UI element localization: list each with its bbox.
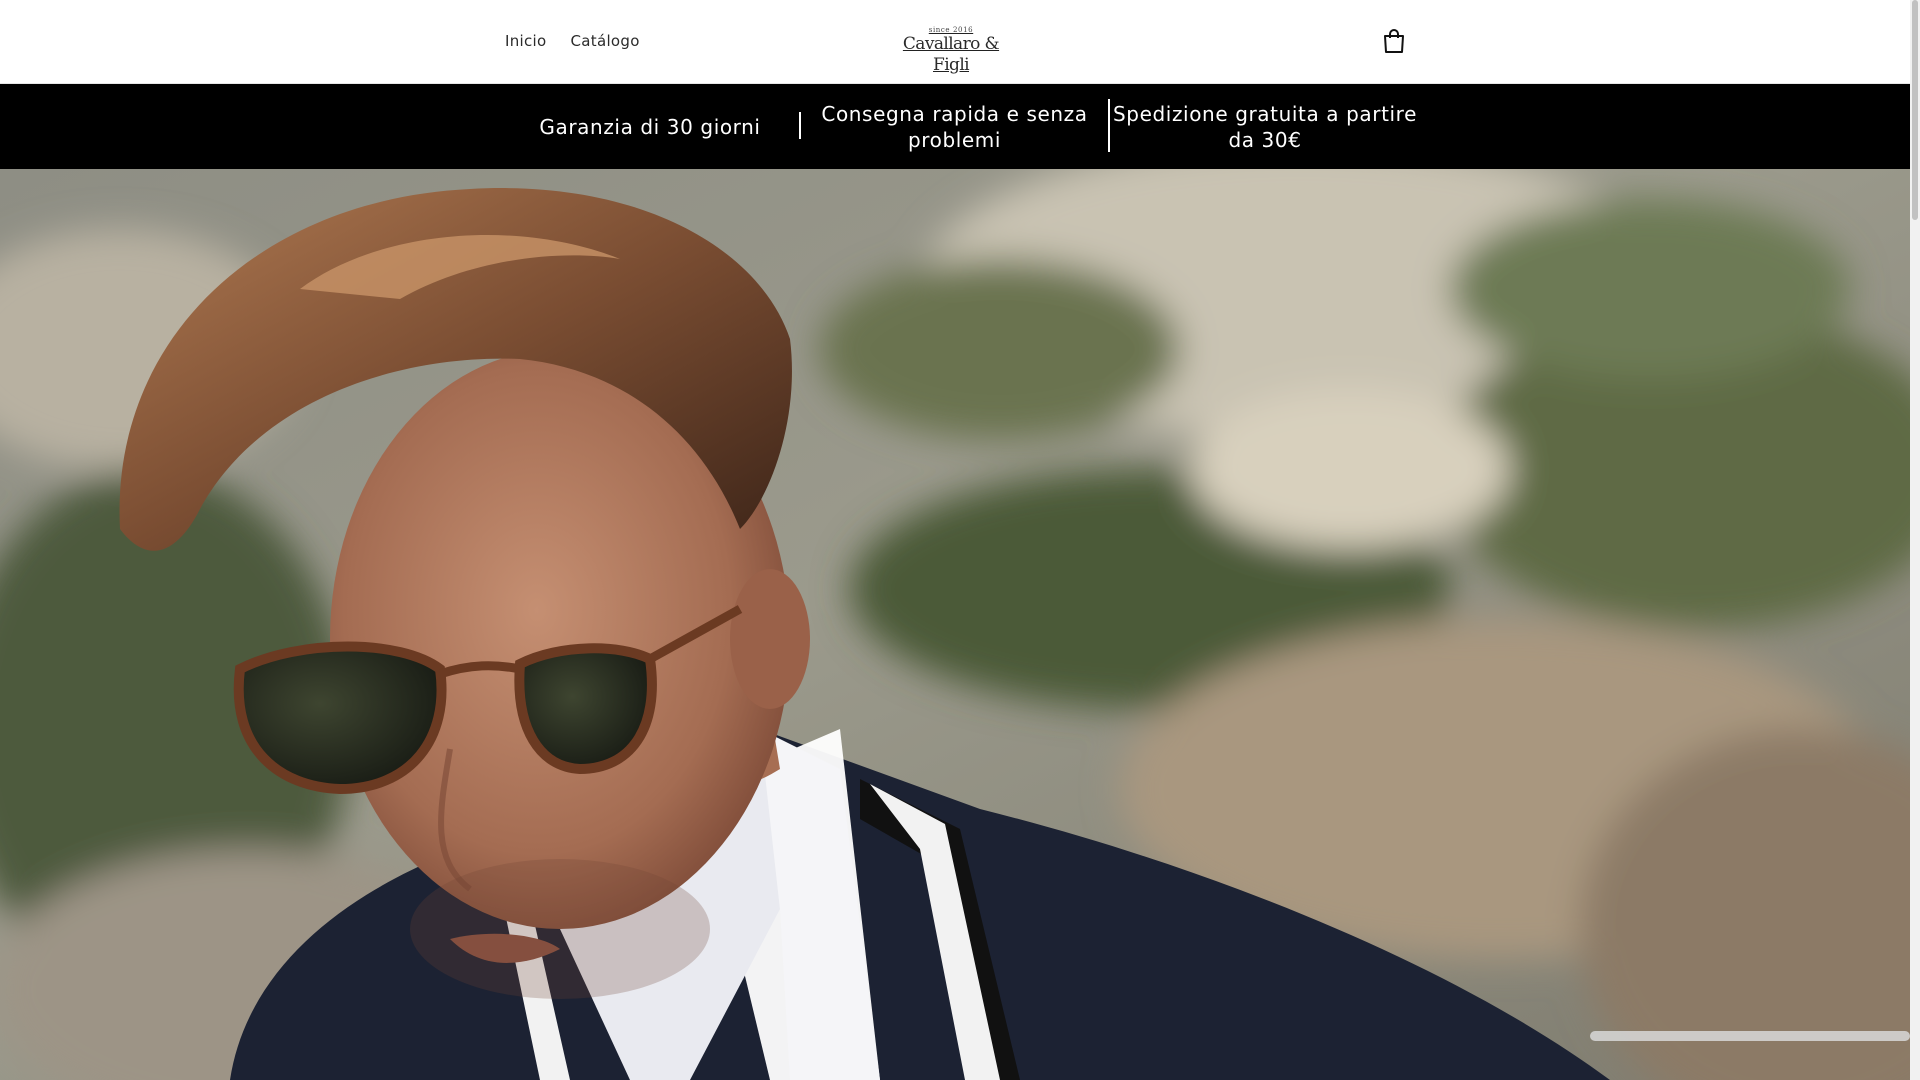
usp-divider bbox=[799, 112, 801, 139]
nav-link-inicio[interactable]: Inicio bbox=[505, 32, 547, 50]
hero-banner bbox=[0, 169, 1910, 1080]
page-scrollbar[interactable] bbox=[1910, 0, 1920, 1080]
nav-link-catalogo[interactable]: Catálogo bbox=[571, 32, 640, 50]
usp-free-shipping: Spedizione gratuita a partire da 30€ bbox=[1113, 101, 1417, 152]
site-header: Inicio Catálogo since 2016 Cavallaro & F… bbox=[0, 0, 1910, 84]
usp-fast-delivery: Consegna rapida e senza problemi bbox=[821, 101, 1088, 152]
scrollbar-thumb[interactable] bbox=[1912, 0, 1918, 220]
usp-bar: Garanzia di 30 giorni Consegna rapida e … bbox=[0, 84, 1910, 169]
logo-since-text: since 2016 bbox=[928, 26, 974, 34]
usp-guarantee: Garanzia di 30 giorni bbox=[539, 114, 761, 139]
page: Inicio Catálogo since 2016 Cavallaro & F… bbox=[0, 0, 1920, 1080]
hero-image bbox=[0, 169, 1910, 1080]
shopping-bag-icon bbox=[1384, 29, 1404, 53]
logo-brand-text: Cavallaro & Figli bbox=[902, 34, 1000, 75]
main-nav: Inicio Catálogo bbox=[505, 32, 640, 50]
brand-logo[interactable]: since 2016 Cavallaro & Figli bbox=[895, 26, 1007, 75]
cart-button[interactable] bbox=[1382, 28, 1406, 54]
usp-divider bbox=[1108, 99, 1110, 152]
